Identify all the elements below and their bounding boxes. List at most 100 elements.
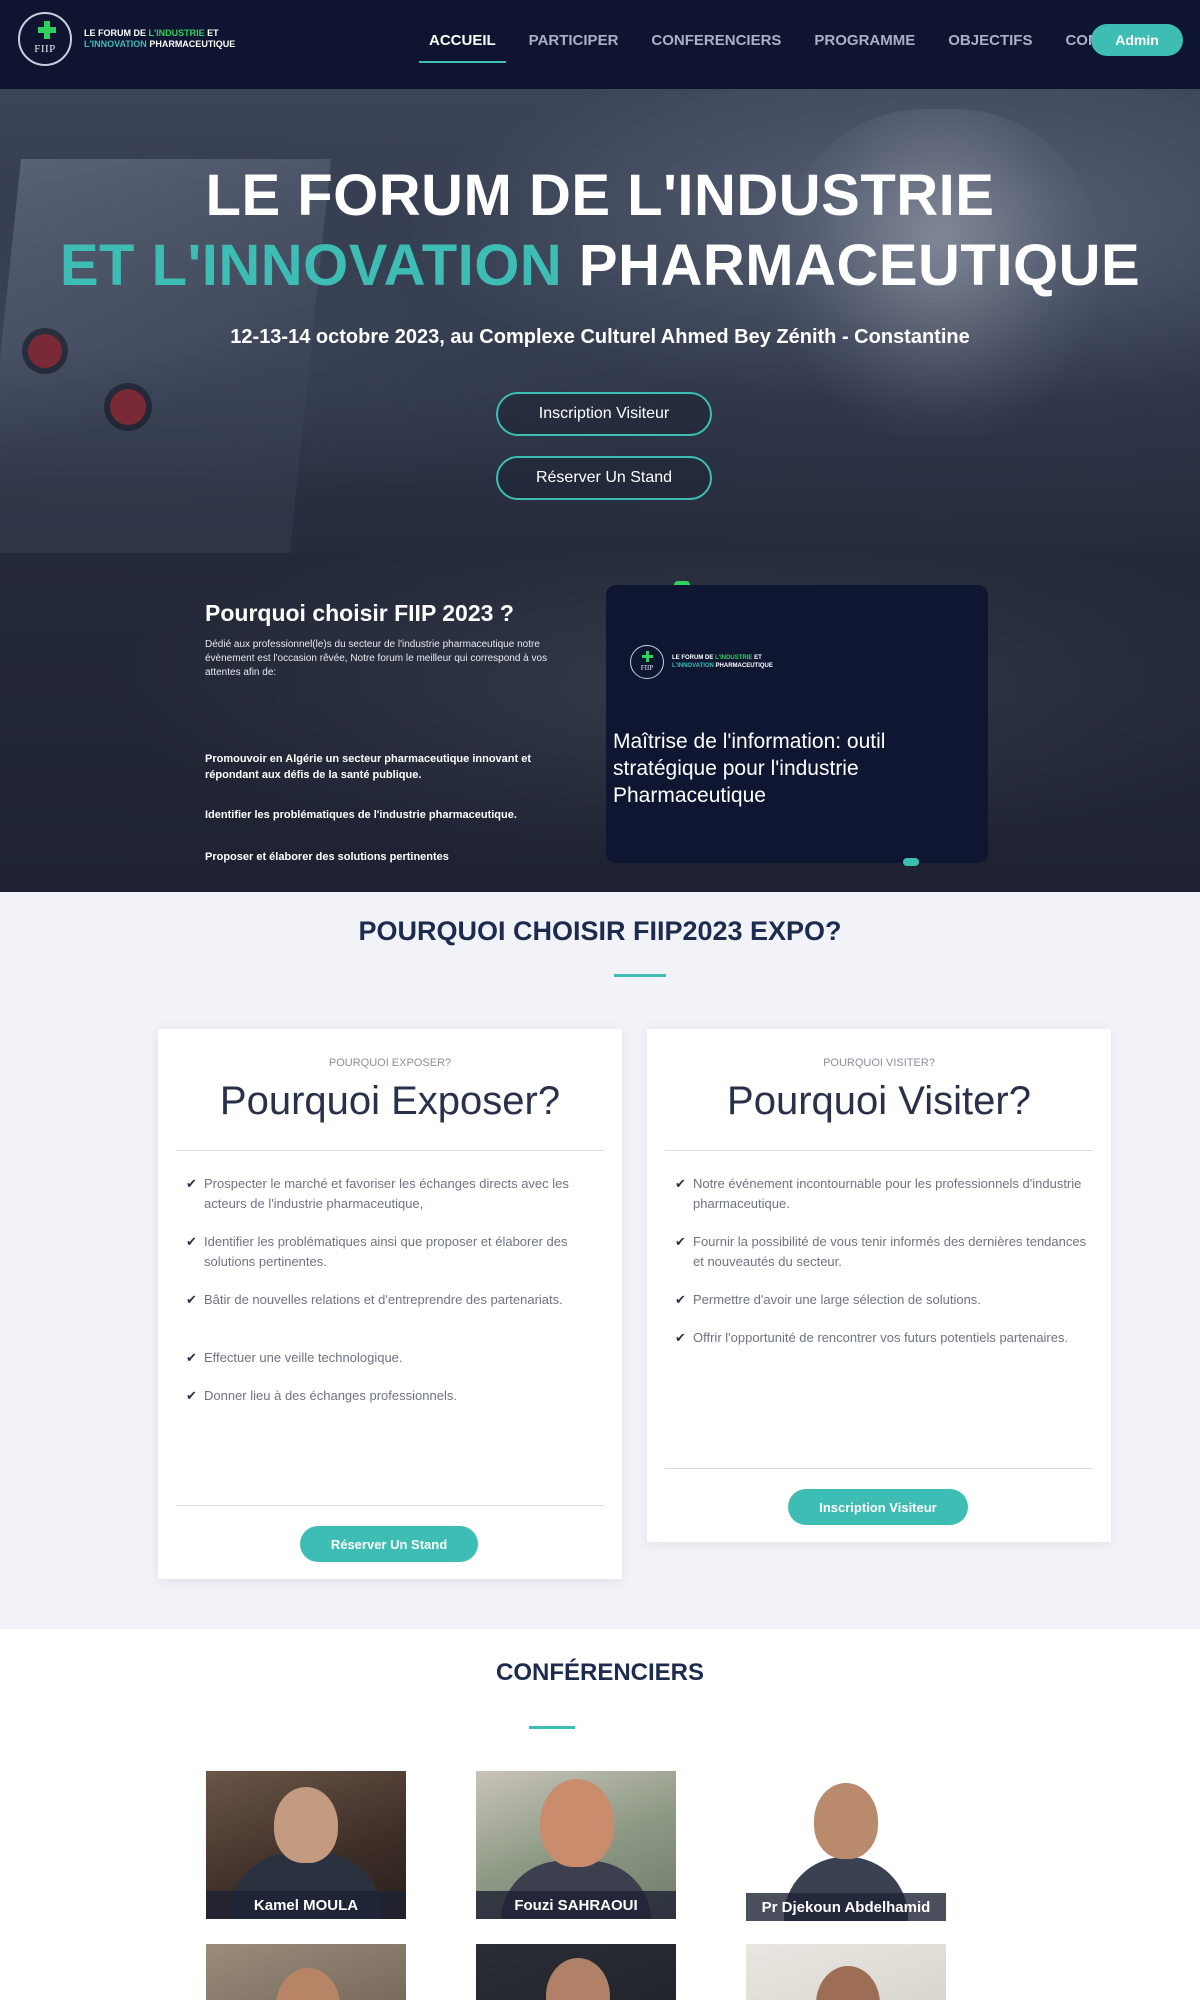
visit-card: POURQUOI VISITER? Pourquoi Visiter? ✔ No… <box>647 1029 1111 1542</box>
list-item: ✔ Fournir la possibilité de vous tenir i… <box>675 1232 1095 1272</box>
expose-title: Pourquoi Exposer? <box>219 1079 561 1123</box>
speakers-section: CONFÉRENCIERS Kamel MOULA Fouzi SAHRAOUI… <box>0 1629 1200 2000</box>
card-brand-line1-a: LE FORUM DE <box>672 655 715 661</box>
brand-name: LE FORUM DE L'INDUSTRIE ET L'INNOVATION … <box>672 654 773 670</box>
carousel-dot <box>903 858 919 866</box>
brand-name: LE FORUM DE L'INDUSTRIE ET L'INNOVATION … <box>84 28 235 50</box>
card-divider <box>665 1150 1093 1151</box>
admin-button[interactable]: Admin <box>1091 24 1183 56</box>
check-icon: ✔ <box>186 1176 197 1191</box>
expose-kicker: POURQUOI EXPOSER? <box>328 1057 452 1069</box>
speaker-figure <box>540 1779 614 1867</box>
expo-section: POURQUOI CHOISIR FIIP2023 EXPO? POURQUOI… <box>0 892 1200 1629</box>
brand-line1-b: L'INDUSTRIE <box>148 28 205 38</box>
list-item-text: Fournir la possibilité de vous tenir inf… <box>693 1234 1087 1269</box>
logo-abbr: FIIP <box>34 43 56 55</box>
title-underline <box>614 974 666 977</box>
speaker-figure <box>274 1787 338 1863</box>
brand-line2-b: PHARMACEUTIQUE <box>146 39 236 49</box>
list-item: ✔ Effectuer une veille technologique. <box>186 1348 606 1368</box>
why-point: Promouvoir en Algérie un secteur pharmac… <box>205 753 531 781</box>
logo-abbr: FIIP <box>640 664 654 672</box>
speaker-card[interactable]: Pr Djekoun Abdelhamid <box>746 1773 946 1921</box>
theme-card: FIIP LE FORUM DE L'INDUSTRIE ET L'INNOVA… <box>606 585 988 863</box>
hero-banner: LE FORUM DE L'INDUSTRIE ET L'INNOVATION … <box>0 89 1200 553</box>
reserver-stand-button[interactable]: Réserver Un Stand <box>300 1526 478 1562</box>
list-item: ✔ Notre événement incontournable pour le… <box>675 1174 1095 1214</box>
brand-line1-a: LE FORUM DE <box>84 28 149 38</box>
list-item: ✔ Identifier les problématiques ainsi qu… <box>186 1232 606 1272</box>
brand-line1-c: ET <box>204 28 219 38</box>
visit-kicker: POURQUOI VISITER? <box>823 1057 935 1069</box>
reserver-stand-button[interactable]: Réserver Un Stand <box>496 456 712 500</box>
card-brand-line2-b: PHARMACEUTIQUE <box>713 663 773 669</box>
check-icon: ✔ <box>675 1176 686 1191</box>
hero-title: LE FORUM DE L'INDUSTRIE ET L'INNOVATION … <box>0 161 1200 301</box>
speaker-photo <box>476 1944 676 2000</box>
speaker-photo <box>746 1944 946 2000</box>
cross-icon <box>642 651 653 662</box>
speaker-figure <box>546 1958 610 2000</box>
logo-emblem: FIIP <box>630 645 664 679</box>
list-item-text: Notre événement incontournable pour les … <box>693 1176 1082 1211</box>
hero-title-rest: PHARMACEUTIQUE <box>562 233 1141 298</box>
card-logo: FIIP LE FORUM DE L'INDUSTRIE ET L'INNOVA… <box>630 645 773 679</box>
check-icon: ✔ <box>186 1388 197 1403</box>
list-item-text: Permettre d'avoir une large sélection de… <box>693 1292 981 1307</box>
list-item-text: Donner lieu à des échanges professionnel… <box>204 1388 457 1403</box>
speaker-name: Kamel MOULA <box>206 1891 406 1919</box>
card-brand-line2-a: L'INNOVATION <box>672 663 714 669</box>
check-icon: ✔ <box>186 1234 197 1249</box>
speakers-title: CONFÉRENCIERS <box>495 1659 705 1686</box>
check-icon: ✔ <box>675 1292 686 1307</box>
speaker-photo <box>206 1944 406 2000</box>
hero-title-accent: ET L'INNOVATION <box>59 233 563 298</box>
why-heading: Pourquoi choisir FIIP 2023 ? <box>205 600 514 626</box>
check-icon: ✔ <box>675 1234 686 1249</box>
hero-background-knob <box>110 389 146 425</box>
logo-emblem: FIIP <box>18 12 72 66</box>
nav-participer[interactable]: PARTICIPER <box>525 26 623 63</box>
speaker-card[interactable] <box>476 1944 676 2000</box>
nav-conferenciers[interactable]: CONFERENCIERS <box>647 26 785 63</box>
list-item-text: Bâtir de nouvelles relations et d'entrep… <box>204 1292 563 1307</box>
brand-line2-a: L'INNOVATION <box>84 39 147 49</box>
hero-subtitle: 12-13-14 octobre 2023, au Complexe Cultu… <box>230 326 970 348</box>
speaker-figure <box>814 1783 878 1859</box>
why-point: Identifier les problématiques de l'indus… <box>205 809 517 821</box>
inscription-visiteur-button[interactable]: Inscription Visiteur <box>788 1489 968 1525</box>
why-fiip-section: Pourquoi choisir FIIP 2023 ? Dédié aux p… <box>0 553 1200 892</box>
nav-programme[interactable]: PROGRAMME <box>810 26 919 63</box>
check-icon: ✔ <box>675 1330 686 1345</box>
list-item: ✔ Permettre d'avoir une large sélection … <box>675 1290 1095 1310</box>
check-icon: ✔ <box>186 1350 197 1365</box>
site-logo[interactable]: FIIP LE FORUM DE L'INDUSTRIE ET L'INNOVA… <box>18 12 235 66</box>
nav-accueil[interactable]: ACCUEIL <box>419 26 506 63</box>
why-point: Proposer et élaborer des solutions perti… <box>205 851 449 863</box>
speaker-card[interactable] <box>206 1944 406 2000</box>
list-item-text: Effectuer une veille technologique. <box>204 1350 403 1365</box>
title-underline <box>529 1726 575 1729</box>
expose-card: POURQUOI EXPOSER? Pourquoi Exposer? ✔ Pr… <box>158 1029 622 1579</box>
card-divider <box>176 1150 604 1151</box>
list-item: ✔ Bâtir de nouvelles relations et d'entr… <box>186 1290 606 1310</box>
speaker-card[interactable]: Fouzi SAHRAOUI <box>476 1771 676 1919</box>
theme-card-text: Maîtrise de l'information: outil stratég… <box>613 730 886 807</box>
expo-title: POURQUOI CHOISIR FIIP2023 EXPO? <box>358 916 842 946</box>
speaker-card[interactable] <box>746 1944 946 2000</box>
top-navbar: FIIP LE FORUM DE L'INDUSTRIE ET L'INNOVA… <box>0 0 1200 89</box>
speaker-card[interactable]: Kamel MOULA <box>206 1771 406 1919</box>
card-brand-line1-b: L'INDUSTRIE <box>715 655 753 661</box>
speaker-name: Fouzi SAHRAOUI <box>476 1891 676 1919</box>
why-intro: Dédié aux professionnel(le)s du secteur … <box>205 639 548 678</box>
card-brand-line1-c: ET <box>752 655 762 661</box>
nav-objectifs[interactable]: OBJECTIFS <box>944 26 1036 63</box>
list-item-text: Identifier les problématiques ainsi que … <box>204 1234 568 1269</box>
list-item: ✔ Donner lieu à des échanges professionn… <box>186 1386 606 1406</box>
hero-title-line1: LE FORUM DE L'INDUSTRIE <box>205 163 995 228</box>
speaker-figure <box>276 1968 340 2000</box>
list-item: ✔ Prospecter le marché et favoriser les … <box>186 1174 606 1214</box>
inscription-visiteur-button[interactable]: Inscription Visiteur <box>496 392 712 436</box>
speaker-figure <box>816 1966 880 2000</box>
speaker-name: Pr Djekoun Abdelhamid <box>746 1893 946 1921</box>
